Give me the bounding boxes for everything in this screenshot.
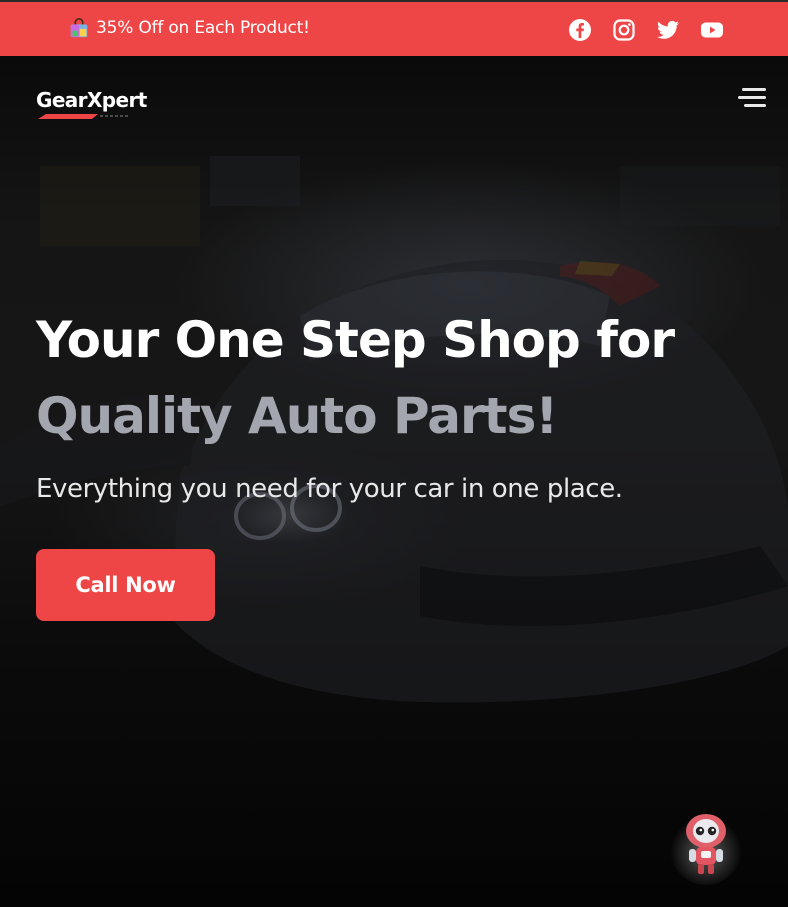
shopping-bag-icon xyxy=(70,18,88,38)
facebook-icon[interactable] xyxy=(568,18,592,42)
hamburger-menu-icon[interactable] xyxy=(738,86,766,110)
call-now-button[interactable]: Call Now xyxy=(36,549,215,621)
car-background-image xyxy=(0,156,788,703)
gearxpert-logo[interactable]: GearXpert xyxy=(36,88,156,128)
promo-message: 35% Off on Each Product! xyxy=(68,17,310,39)
headline-line-1: Your One Step Shop for xyxy=(36,311,675,369)
hero-headline: Your One Step Shop for Quality Auto Part… xyxy=(36,302,756,454)
promo-bar: 35% Off on Each Product! xyxy=(0,0,788,56)
hero-section: GearXpert Your One Step Shop for Quality… xyxy=(0,56,788,907)
logo-speed-stripe xyxy=(38,114,130,119)
twitter-icon[interactable] xyxy=(656,18,680,42)
youtube-icon[interactable] xyxy=(700,18,724,42)
hero-subheadline: Everything you need for your car in one … xyxy=(36,474,623,504)
logo-text: GearXpert xyxy=(36,88,147,112)
promo-text: 35% Off on Each Product! xyxy=(96,18,310,38)
headline-line-2: Quality Auto Parts! xyxy=(36,387,558,445)
social-links xyxy=(568,18,724,42)
instagram-icon[interactable] xyxy=(612,18,636,42)
robot-assistant-icon[interactable] xyxy=(668,809,744,885)
